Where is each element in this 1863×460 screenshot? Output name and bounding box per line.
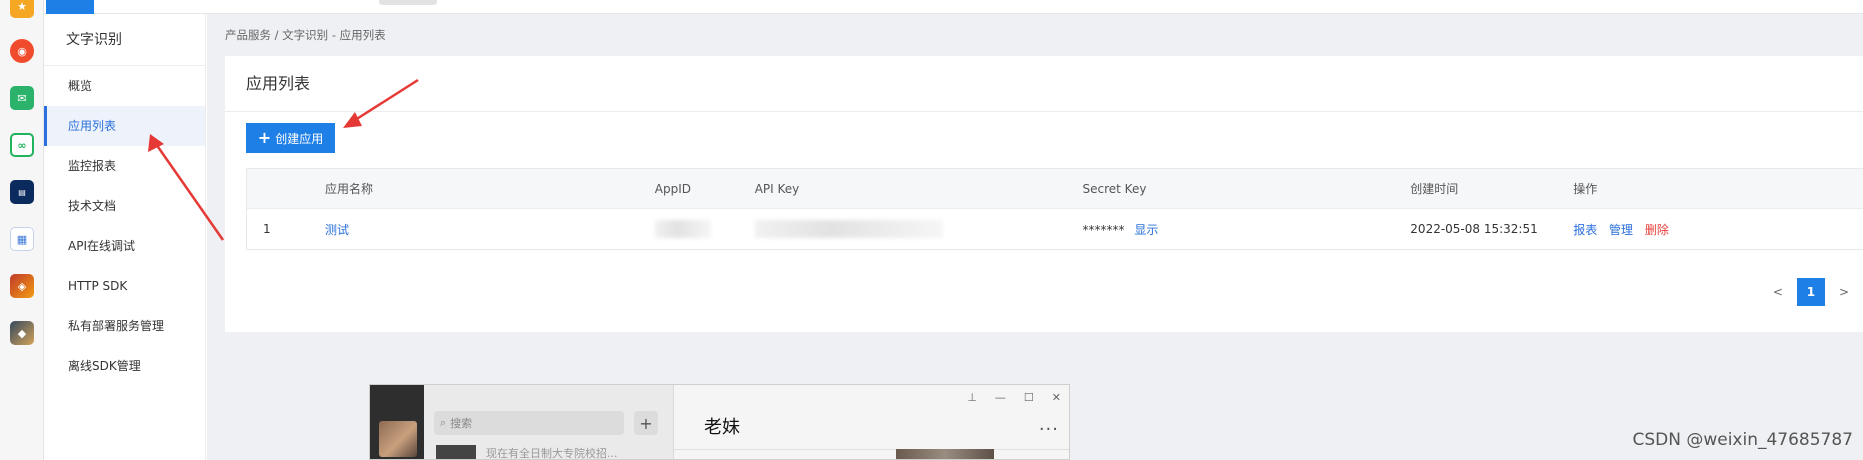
- sidebar-item-private-deploy[interactable]: 私有部署服务管理: [44, 306, 205, 346]
- delete-link[interactable]: 删除: [1645, 223, 1669, 237]
- sidebar-item-overview[interactable]: 概览: [44, 66, 205, 106]
- news-app-icon[interactable]: ▤: [10, 180, 34, 204]
- top-bar: [44, 0, 1863, 14]
- mail-icon[interactable]: ✉: [10, 86, 34, 110]
- new-chat-button[interactable]: +: [634, 411, 658, 435]
- prev-page-button[interactable]: <: [1773, 285, 1783, 299]
- plus-icon: +: [257, 128, 272, 147]
- active-top-tab[interactable]: [46, 0, 94, 14]
- header-actions: 操作: [1573, 182, 1598, 196]
- created-time: 2022-05-08 15:32:51: [1410, 222, 1538, 236]
- wechat-chat-pane: ⊥ — ☐ ✕ 老妹 ···: [674, 385, 1069, 459]
- doc-app-icon[interactable]: ▦: [10, 227, 34, 251]
- maximize-icon[interactable]: ☐: [1024, 391, 1034, 404]
- app-name-link[interactable]: 测试: [325, 223, 349, 237]
- game2-app-icon[interactable]: ◆: [10, 321, 34, 345]
- sidebar-item-app-list[interactable]: 应用列表: [44, 106, 205, 146]
- create-app-label: 创建应用: [275, 131, 324, 146]
- avatar[interactable]: [379, 421, 417, 457]
- game-app-icon[interactable]: ◈: [10, 274, 34, 298]
- minimize-icon[interactable]: —: [995, 391, 1006, 404]
- create-app-button[interactable]: + 创建应用: [246, 123, 335, 153]
- manage-link[interactable]: 管理: [1609, 223, 1633, 237]
- wechat-window: ⌕ 搜索 + 现在有全日制大专院校招... ⊥ — ☐ ✕ 老妹 ···: [369, 384, 1070, 460]
- list-item[interactable]: 现在有全日制大专院校招...: [436, 445, 672, 460]
- wechat-nav-rail: [370, 385, 424, 459]
- show-secret-link[interactable]: 显示: [1134, 223, 1158, 237]
- breadcrumb: 产品服务 / 文字识别 - 应用列表: [225, 28, 386, 42]
- sidebar-item-api-debug[interactable]: API在线调试: [44, 226, 205, 266]
- wechat-search-input[interactable]: ⌕ 搜索: [434, 411, 624, 435]
- sidebar-title: 文字识别: [44, 14, 205, 66]
- table-header: 应用名称 AppID API Key Secret Key 创建时间 操作: [247, 169, 1863, 209]
- search-placeholder: 搜索: [450, 417, 473, 430]
- page-1-button[interactable]: 1: [1796, 278, 1825, 306]
- top-tab[interactable]: [379, 0, 437, 5]
- pagination: < 1 >: [1773, 278, 1849, 306]
- secret-key-mask: *******: [1082, 222, 1125, 237]
- chat-title: 老妹: [704, 417, 740, 438]
- next-page-button[interactable]: >: [1839, 285, 1849, 299]
- page-title: 应用列表: [225, 56, 1863, 112]
- more-icon[interactable]: ···: [1039, 419, 1059, 440]
- table-row: 1 测试 ******* 显示 2022-05-08 15:32:51 报表 管…: [247, 209, 1863, 249]
- appid-redacted: [654, 220, 711, 238]
- window-controls: ⊥ — ☐ ✕: [967, 391, 1061, 404]
- product-sidebar: 文字识别 概览 应用列表 监控报表 技术文档 API在线调试 HTTP SDK …: [44, 14, 206, 460]
- sidebar-item-offline-sdk[interactable]: 离线SDK管理: [44, 346, 205, 386]
- chat-thumbnail: [436, 445, 476, 459]
- watermark: CSDN @weixin_47685787: [1632, 430, 1853, 450]
- star-app-icon[interactable]: ★: [10, 0, 34, 18]
- row-index: 1: [263, 222, 271, 236]
- header-created: 创建时间: [1410, 182, 1459, 196]
- sidebar-item-monitor-report[interactable]: 监控报表: [44, 146, 205, 186]
- header-app-name: 应用名称: [324, 182, 373, 196]
- sidebar-item-http-sdk[interactable]: HTTP SDK: [44, 266, 205, 306]
- close-icon[interactable]: ✕: [1052, 391, 1061, 404]
- cloud-icon[interactable]: ∞: [10, 133, 34, 157]
- wechat-chat-list: ⌕ 搜索 + 现在有全日制大专院校招...: [424, 385, 674, 460]
- app-dock: ★ ◉ ✉ ∞ ▤ ▦ ◈ ◆: [0, 0, 44, 460]
- header-api-key: API Key: [754, 181, 800, 196]
- chat-photo[interactable]: [896, 449, 994, 459]
- api-key-redacted: [754, 220, 943, 238]
- sidebar-item-tech-docs[interactable]: 技术文档: [44, 186, 205, 226]
- chat-divider: [674, 449, 1069, 450]
- app-list-panel: 应用列表 + 创建应用 应用名称 AppID API Key Secret Ke…: [225, 56, 1863, 332]
- chat-preview-text: 现在有全日制大专院校招...: [486, 447, 618, 460]
- app-table: 应用名称 AppID API Key Secret Key 创建时间 操作 1 …: [246, 168, 1863, 250]
- header-secret-key: Secret Key: [1082, 181, 1147, 196]
- search-icon: ⌕: [440, 416, 447, 429]
- pin-icon[interactable]: ⊥: [967, 391, 977, 404]
- header-appid: AppID: [654, 181, 691, 196]
- report-link[interactable]: 报表: [1573, 223, 1597, 237]
- weibo-icon[interactable]: ◉: [10, 39, 34, 63]
